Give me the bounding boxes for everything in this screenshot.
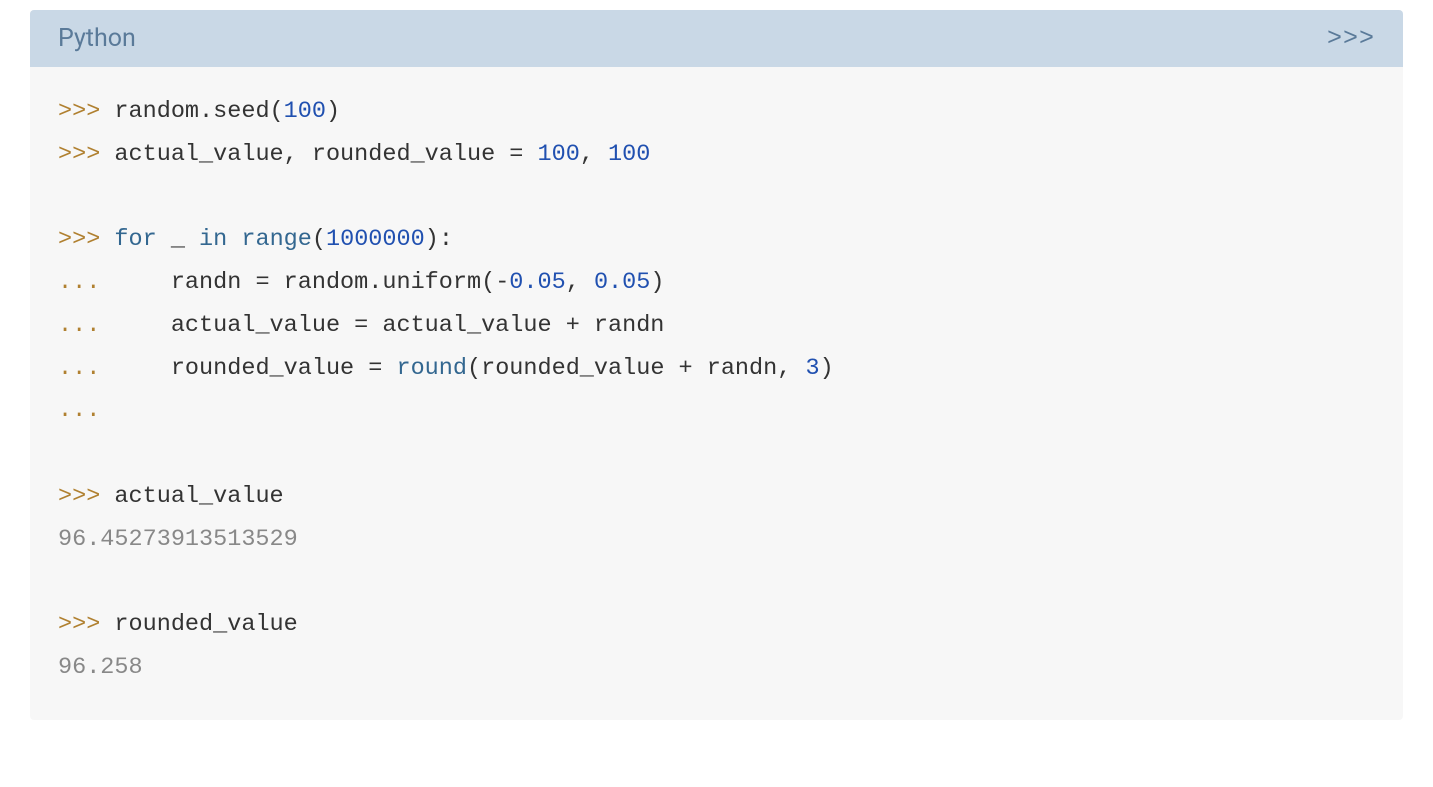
code-line: >>> actual_value: [58, 476, 1375, 519]
code-token-plain: rounded_value: [114, 611, 297, 638]
code-token-prompt: >>>: [58, 141, 114, 168]
code-token-prompt: ...: [58, 312, 114, 339]
code-line: [58, 433, 1375, 476]
code-token-number: 3: [805, 355, 819, 382]
code-line: >>> random.seed(100): [58, 91, 1375, 134]
code-token-plain: rounded_value =: [114, 355, 396, 382]
code-line: ...: [58, 390, 1375, 433]
code-token-plain: random.seed(: [114, 98, 283, 125]
code-line: [58, 561, 1375, 604]
code-block: Python >>> >>> random.seed(100)>>> actua…: [30, 10, 1403, 720]
code-language-label: Python: [58, 24, 136, 53]
code-token-prompt: ...: [58, 269, 114, 296]
code-line: [58, 177, 1375, 220]
code-token-plain: ): [326, 98, 340, 125]
code-token-plain: (: [312, 226, 326, 253]
code-token-plain: actual_value: [114, 483, 283, 510]
code-token-number: 100: [608, 141, 650, 168]
code-token-plain: ): [650, 269, 664, 296]
code-token-prompt: >>>: [58, 98, 114, 125]
code-token-output: 96.258: [58, 654, 143, 681]
code-line: >>> actual_value, rounded_value = 100, 1…: [58, 134, 1375, 177]
code-token-number: 1000000: [326, 226, 425, 253]
code-token-plain: ,: [580, 141, 608, 168]
code-token-plain: actual_value = actual_value + randn: [114, 312, 664, 339]
code-line: >>> for _ in range(1000000):: [58, 219, 1375, 262]
code-token-number: 0.05: [594, 269, 650, 296]
code-token-plain: ): [820, 355, 834, 382]
code-token-plain: _: [157, 226, 199, 253]
code-token-keyword: in: [199, 226, 227, 253]
code-line: 96.258: [58, 647, 1375, 690]
code-line: ... actual_value = actual_value + randn: [58, 305, 1375, 348]
code-token-prompt: ...: [58, 397, 100, 424]
code-token-builtin: round: [396, 355, 467, 382]
code-token-number: 0.05: [509, 269, 565, 296]
code-token-prompt: ...: [58, 355, 114, 382]
code-token-keyword: for: [114, 226, 156, 253]
prompt-toggle-button[interactable]: >>>: [1327, 24, 1375, 53]
code-body: >>> random.seed(100)>>> actual_value, ro…: [30, 67, 1403, 720]
code-token-plain: randn = random.uniform(: [114, 269, 495, 296]
code-token-output: 96.45273913513529: [58, 526, 298, 553]
code-line: >>> rounded_value: [58, 604, 1375, 647]
code-line: 96.45273913513529: [58, 519, 1375, 562]
code-token-prompt: >>>: [58, 611, 114, 638]
code-token-builtin: range: [241, 226, 312, 253]
code-token-number: 100: [538, 141, 580, 168]
code-token-prompt: >>>: [58, 483, 114, 510]
code-line: ... randn = random.uniform(-0.05, 0.05): [58, 262, 1375, 305]
code-token-plain: ,: [566, 269, 594, 296]
code-line: ... rounded_value = round(rounded_value …: [58, 348, 1375, 391]
code-header: Python >>>: [30, 10, 1403, 67]
code-token-plain: [227, 226, 241, 253]
code-token-plain: actual_value, rounded_value =: [114, 141, 537, 168]
code-token-prompt: >>>: [58, 226, 114, 253]
code-token-plain: (rounded_value + randn,: [467, 355, 805, 382]
code-token-plain: -: [495, 269, 509, 296]
code-token-plain: ):: [425, 226, 453, 253]
code-token-number: 100: [284, 98, 326, 125]
